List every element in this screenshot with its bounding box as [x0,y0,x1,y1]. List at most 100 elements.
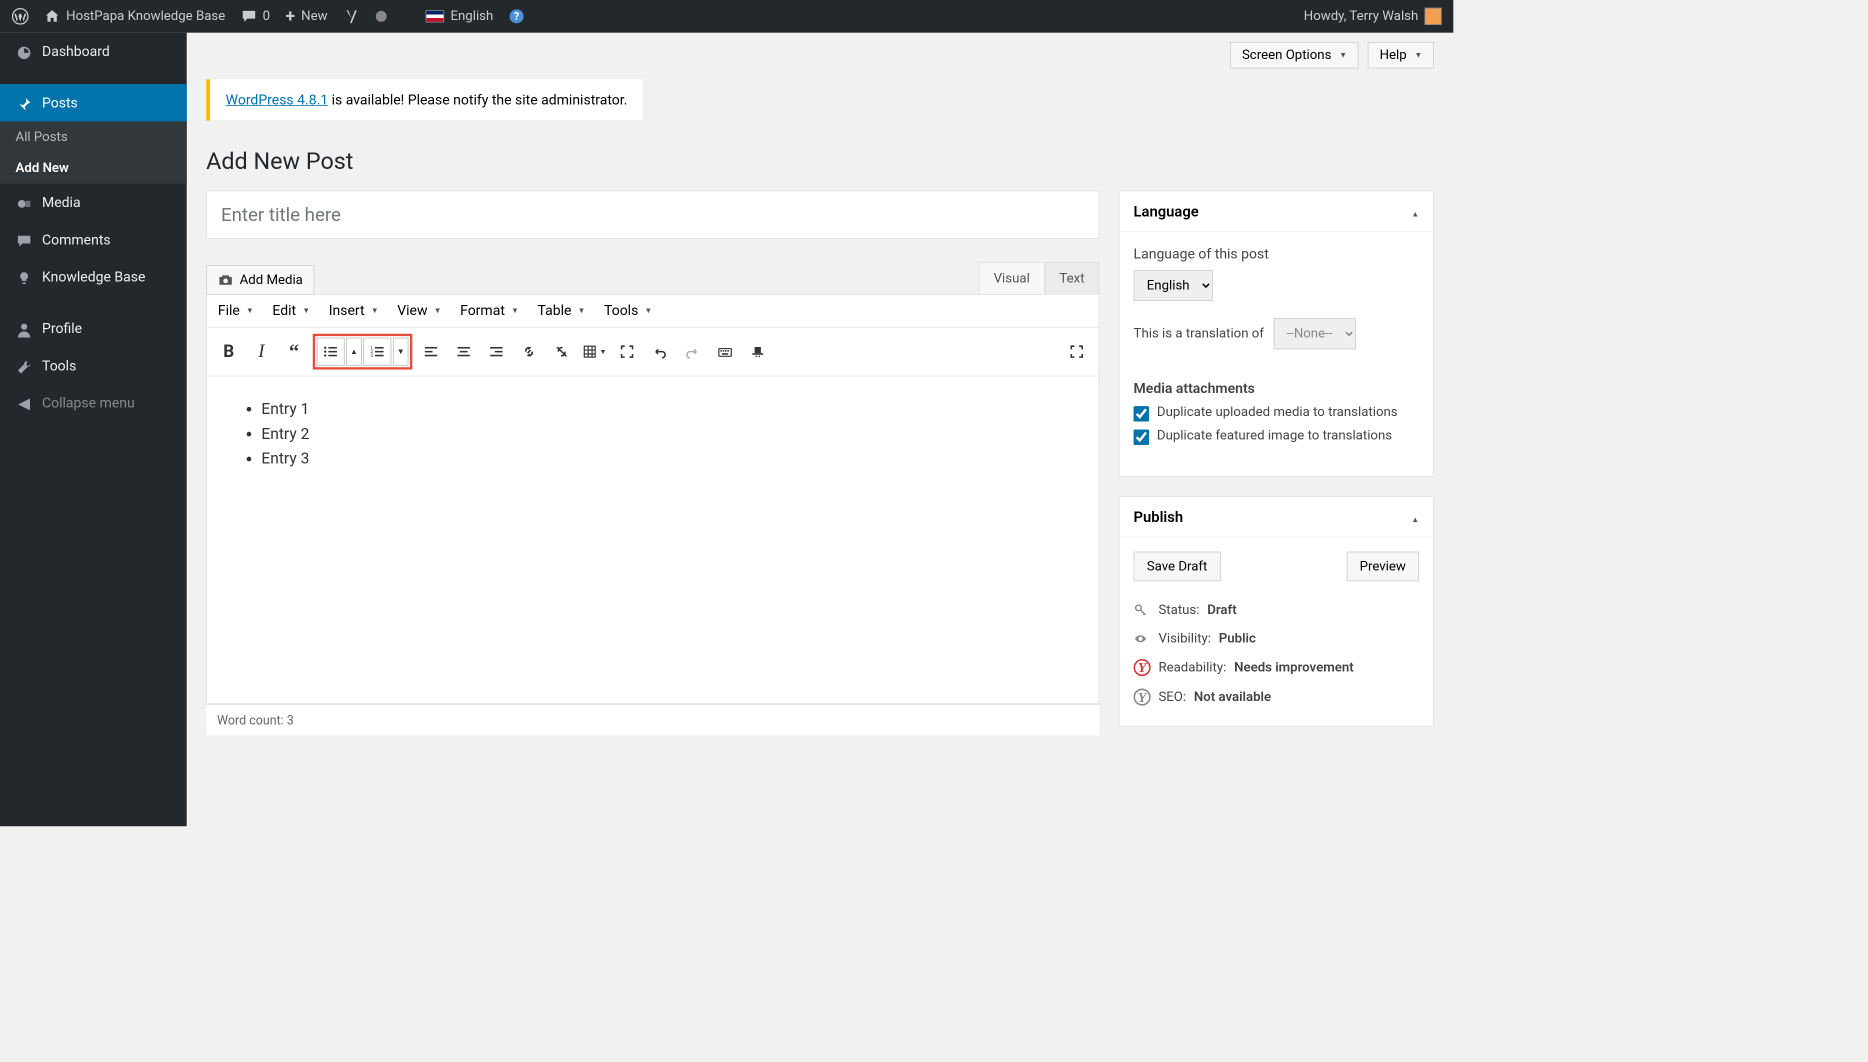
bold-button[interactable]: B [215,338,243,366]
post-lang-select[interactable]: English [1134,270,1213,301]
editor-toolbar: B I “ ▲ 123 ▼ [207,328,1099,377]
comments-link[interactable]: 0 [241,9,270,25]
eye-icon [1134,630,1151,646]
unlink-button[interactable] [548,338,576,366]
undo-button[interactable] [646,338,674,366]
list-item[interactable]: Entry 2 [261,421,1075,446]
profile-icon [16,319,33,338]
publish-metabox: Publish Save Draft Preview Status: Draft… [1119,496,1434,726]
bullet-list-dropdown[interactable]: ▲ [346,338,362,366]
pin-icon [16,93,33,112]
wp-update-link[interactable]: WordPress 4.8.1 [226,92,329,108]
keyboard-button[interactable] [711,338,739,366]
tab-text[interactable]: Text [1045,262,1100,295]
sidebar-sub-add-new[interactable]: Add New [0,152,187,183]
new-label: New [301,9,327,25]
lightbulb-icon [16,268,33,287]
language-box-header[interactable]: Language [1120,191,1434,231]
table-button[interactable]: ▼ [580,338,608,366]
svg-text:3: 3 [370,353,373,359]
numbered-list-dropdown[interactable]: ▼ [393,338,409,366]
comments-count: 0 [263,9,270,25]
language-metabox: Language Language of this post English T… [1119,191,1434,477]
translation-of-label: This is a translation of [1134,326,1264,342]
admin-sidebar: Dashboard Posts All Posts Add New Media … [0,33,187,827]
sidebar-collapse[interactable]: ◀Collapse menu [0,384,187,421]
save-draft-button[interactable]: Save Draft [1134,552,1221,582]
dup-featured-checkbox[interactable] [1134,429,1150,445]
menu-edit[interactable]: Edit [272,303,310,319]
language-label: English [450,9,493,25]
bullet-list-button[interactable] [317,338,345,366]
editor-menubar: File Edit Insert View Format Table Tools [207,295,1099,328]
sidebar-item-dashboard[interactable]: Dashboard [0,33,187,70]
redo-button[interactable] [678,338,706,366]
update-notice: WordPress 4.8.1 is available! Please not… [206,79,643,120]
add-media-button[interactable]: Add Media [206,265,314,295]
numbered-list-button[interactable]: 123 [363,338,391,366]
editor-content[interactable]: Entry 1Entry 2Entry 3 [207,377,1099,704]
page-title: Add New Post [206,148,1434,175]
menu-table[interactable]: Table [538,303,586,319]
media-icon [16,193,33,212]
screen-options-button[interactable]: Screen Options [1230,42,1358,68]
expand-button[interactable] [1063,338,1091,366]
collapse-icon: ◀ [16,394,33,413]
yoast-icon[interactable] [343,8,360,25]
tab-visual[interactable]: Visual [979,262,1045,295]
help-icon[interactable]: ? [509,9,525,25]
menu-format[interactable]: Format [460,303,519,319]
dot-icon[interactable] [376,11,387,22]
align-right-button[interactable] [482,338,510,366]
avatar-icon [1425,8,1442,25]
hat-icon-button[interactable] [744,338,772,366]
admin-topbar: HostPapa Knowledge Base 0 + New English … [0,0,1453,33]
sidebar-item-comments[interactable]: Comments [0,221,187,258]
help-button[interactable]: Help [1368,42,1434,68]
tools-icon [16,356,33,375]
menu-view[interactable]: View [397,303,441,319]
menu-file[interactable]: File [218,303,254,319]
dup-media-checkbox[interactable] [1134,406,1150,422]
menu-insert[interactable]: Insert [329,303,379,319]
flag-icon [426,10,445,22]
attachments-heading: Media attachments [1134,380,1420,396]
sidebar-item-kb[interactable]: Knowledge Base [0,258,187,295]
comments-icon [16,230,33,249]
new-link[interactable]: + New [286,7,328,26]
svg-text:?: ? [514,10,520,23]
sidebar-item-tools[interactable]: Tools [0,347,187,384]
main-content: Screen Options Help WordPress 4.8.1 is a… [187,33,1454,827]
align-center-button[interactable] [450,338,478,366]
sidebar-item-media[interactable]: Media [0,184,187,221]
collapse-icon [1411,202,1419,220]
fullscreen-button[interactable] [613,338,641,366]
link-button[interactable] [515,338,543,366]
title-input[interactable] [206,191,1099,239]
publish-box-header[interactable]: Publish [1120,497,1434,537]
dashboard-icon [16,42,33,61]
sidebar-sub-all-posts[interactable]: All Posts [0,121,187,152]
language-switcher[interactable]: English [426,9,494,25]
sidebar-item-posts[interactable]: Posts [0,84,187,121]
notice-text: is available! Please notify the site adm… [328,92,627,108]
preview-button[interactable]: Preview [1346,552,1419,582]
translation-of-select[interactable]: --None-- [1273,318,1355,349]
blockquote-button[interactable]: “ [280,338,308,366]
site-link[interactable]: HostPapa Knowledge Base [44,9,225,25]
list-buttons-highlight: ▲ 123 ▼ [313,334,413,370]
collapse-icon [1411,508,1419,526]
list-item[interactable]: Entry 3 [261,446,1075,471]
site-name: HostPapa Knowledge Base [66,9,225,25]
account-link[interactable]: Howdy, Terry Walsh [1304,8,1442,25]
yoast-readability-icon: Y [1134,659,1151,676]
list-item[interactable]: Entry 1 [261,396,1075,421]
italic-button[interactable]: I [247,338,275,366]
key-icon [1134,601,1151,617]
menu-tools[interactable]: Tools [604,303,652,319]
wp-logo[interactable] [12,8,29,25]
post-lang-label: Language of this post [1134,246,1420,262]
word-count-bar: Word count: 3 [206,704,1099,735]
align-left-button[interactable] [417,338,445,366]
sidebar-item-profile[interactable]: Profile [0,310,187,347]
